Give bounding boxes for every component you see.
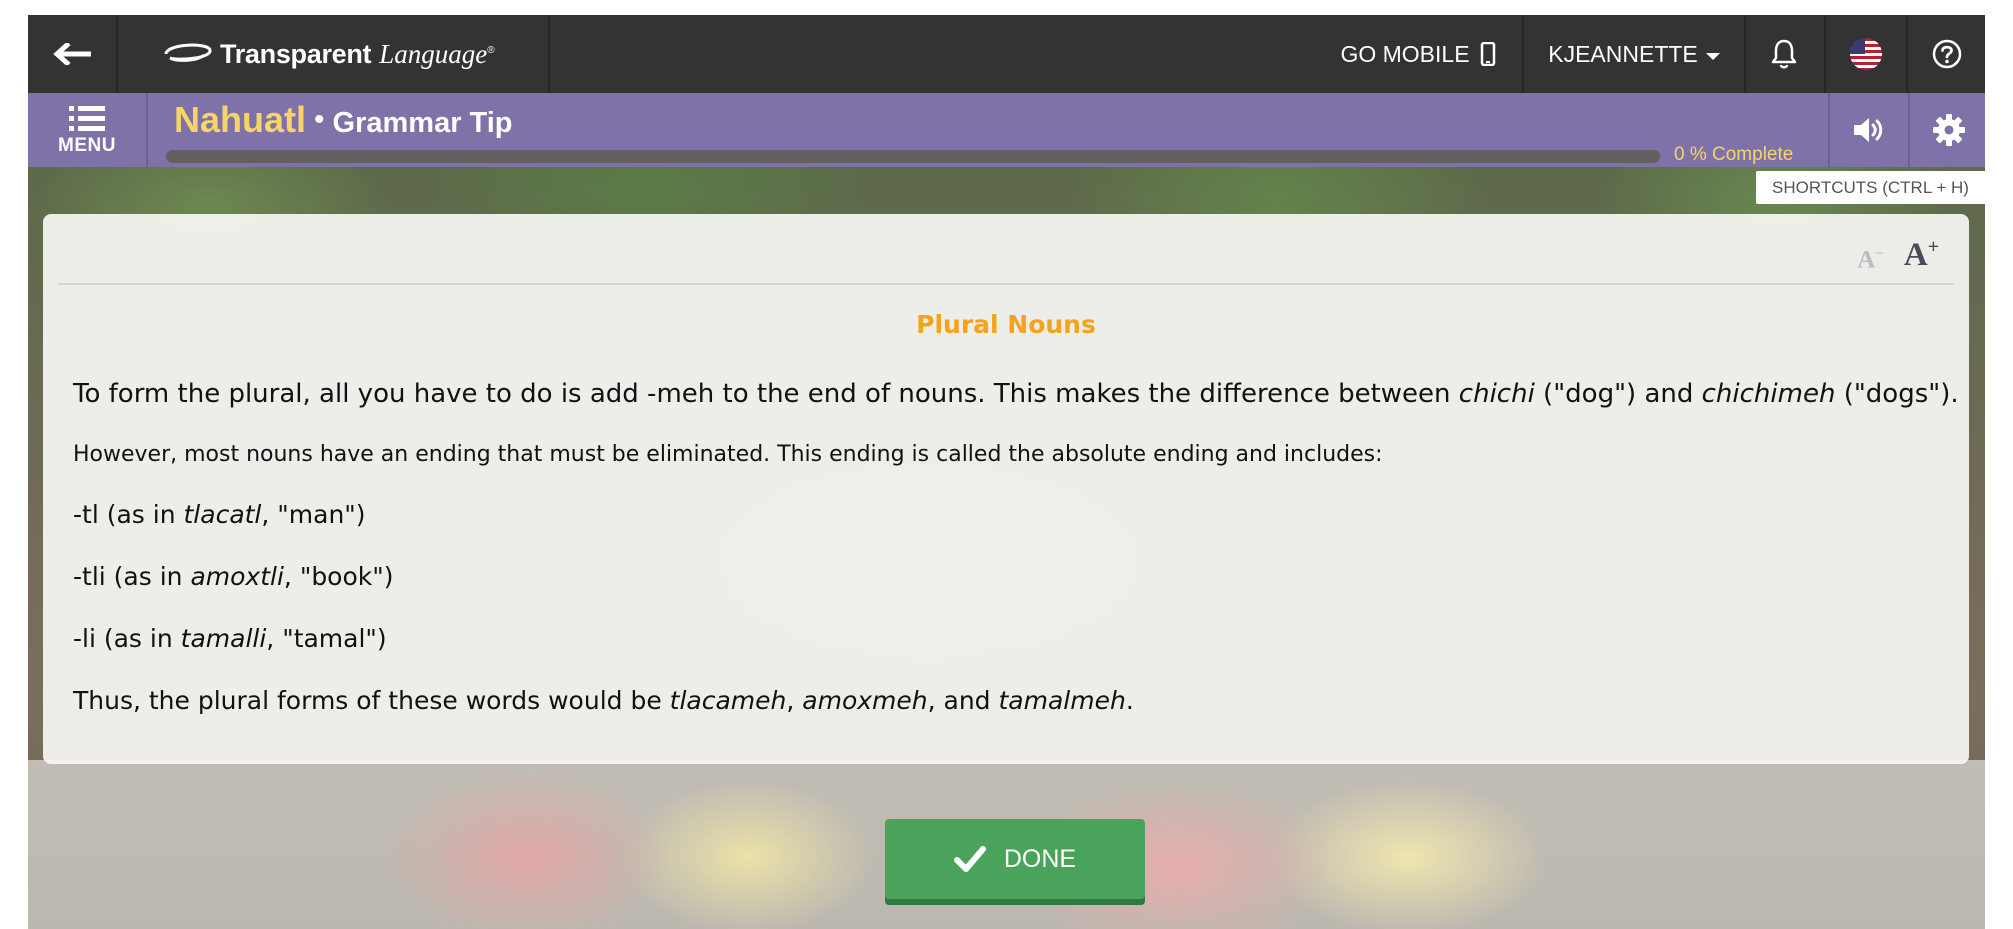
lesson-title: Nahuatl • Grammar Tip — [174, 99, 513, 141]
decrease-font-button[interactable]: A− — [1857, 246, 1884, 274]
logo-swoosh-icon — [160, 39, 214, 70]
p1-text: ("dogs"). — [1835, 379, 1959, 409]
p6-word-tlacameh: tlacameh — [669, 686, 787, 715]
menu-button[interactable]: MENU — [28, 93, 148, 167]
tip-paragraph-6: Thus, the plural forms of these words wo… — [73, 686, 1134, 715]
p4-word-amoxtli: amoxtli — [190, 562, 284, 591]
p3-text: -tl (as in — [73, 500, 184, 529]
notifications-button[interactable] — [1744, 15, 1826, 93]
go-mobile-label: GO MOBILE — [1340, 40, 1470, 67]
help-button[interactable] — [1908, 15, 1985, 93]
p6-word-amoxmeh: amoxmeh — [802, 686, 928, 715]
decrease-font-glyph: A — [1857, 246, 1876, 273]
activity-name: Grammar Tip — [332, 107, 513, 139]
language-name: Nahuatl — [174, 99, 307, 140]
grammar-tip-card: A− A+ Plural Nouns To form the plural, a… — [43, 214, 1969, 764]
p1-word-chichimeh: chichimeh — [1701, 379, 1836, 409]
p4-text: , "book") — [283, 562, 394, 591]
logo[interactable]: Transparent Language ® — [118, 15, 550, 93]
us-flag-icon — [1850, 38, 1882, 70]
p6-text: , and — [927, 686, 999, 715]
tip-paragraph-5: -li (as in tamalli, "tamal") — [73, 624, 387, 653]
p6-text: Thus, the plural forms of these words wo… — [73, 686, 670, 715]
title-separator: • — [314, 103, 325, 136]
decrease-font-sign: − — [1875, 245, 1884, 262]
p1-word-chichi: chichi — [1458, 379, 1535, 409]
gear-icon — [1932, 114, 1965, 146]
volume-icon — [1854, 118, 1883, 142]
p5-text: -li (as in — [73, 624, 181, 653]
tip-paragraph-2: However, most nouns have an ending that … — [73, 442, 1383, 467]
back-arrow-icon — [53, 43, 91, 65]
app-window: Transparent Language ® GO MOBILE KJEANNE… — [28, 15, 1985, 929]
bell-icon — [1771, 39, 1797, 69]
p6-text: , — [786, 686, 803, 715]
done-label: DONE — [1003, 844, 1077, 873]
p5-text: , "tamal") — [266, 624, 387, 653]
help-icon — [1932, 39, 1961, 69]
list-menu-icon — [69, 106, 105, 131]
p5-word-tamalli: tamalli — [180, 624, 267, 653]
logo-text-italic: Language — [379, 38, 488, 69]
lesson-bar: MENU Nahuatl • Grammar Tip 0 % Complete — [28, 93, 1985, 167]
top-bar: Transparent Language ® GO MOBILE KJEANNE… — [28, 15, 1985, 93]
logo-text-bold: Transparent — [220, 38, 372, 69]
tip-paragraph-1: To form the plural, all you have to do i… — [73, 379, 1959, 409]
back-button[interactable] — [28, 15, 118, 93]
done-button[interactable]: DONE — [885, 819, 1145, 899]
language-flag-button[interactable] — [1826, 15, 1908, 93]
p3-text: , "man") — [261, 500, 366, 529]
progress-text: 0 % Complete — [1674, 144, 1794, 165]
increase-font-glyph: A — [1903, 237, 1928, 273]
menu-label: MENU — [58, 135, 116, 156]
increase-font-button[interactable]: A+ — [1904, 236, 1939, 274]
checkmark-icon — [953, 846, 986, 872]
user-menu[interactable]: KJEANNETTE — [1522, 15, 1746, 93]
logo-registered-mark: ® — [487, 44, 495, 56]
p1-text: To form the plural, all you have to do i… — [73, 379, 1459, 409]
shortcuts-label: SHORTCUTS (CTRL + H) — [1772, 177, 1969, 197]
font-size-controls: A− A+ — [1857, 236, 1939, 274]
mobile-phone-icon — [1480, 42, 1495, 66]
chevron-down-icon — [1705, 52, 1720, 60]
card-divider — [58, 283, 1954, 285]
tip-paragraph-3: -tl (as in tlacatl, "man") — [73, 500, 366, 529]
tip-heading: Plural Nouns — [916, 310, 1096, 339]
p1-text: ("dog") and — [1534, 379, 1702, 409]
progress-bar — [166, 150, 1660, 163]
p6-text: . — [1125, 686, 1134, 715]
sound-button[interactable] — [1828, 93, 1908, 167]
p4-text: -tli (as in — [73, 562, 191, 591]
tip-paragraph-4: -tli (as in amoxtli, "book") — [73, 562, 394, 591]
username: KJEANNETTE — [1548, 40, 1698, 67]
p3-word-tlacatl: tlacatl — [183, 500, 262, 529]
increase-font-sign: + — [1927, 236, 1939, 258]
settings-button[interactable] — [1908, 93, 1985, 167]
go-mobile-link[interactable]: GO MOBILE — [1313, 15, 1523, 93]
p6-word-tamalmeh: tamalmeh — [998, 686, 1126, 715]
shortcuts-hint[interactable]: SHORTCUTS (CTRL + H) — [1756, 171, 1985, 204]
